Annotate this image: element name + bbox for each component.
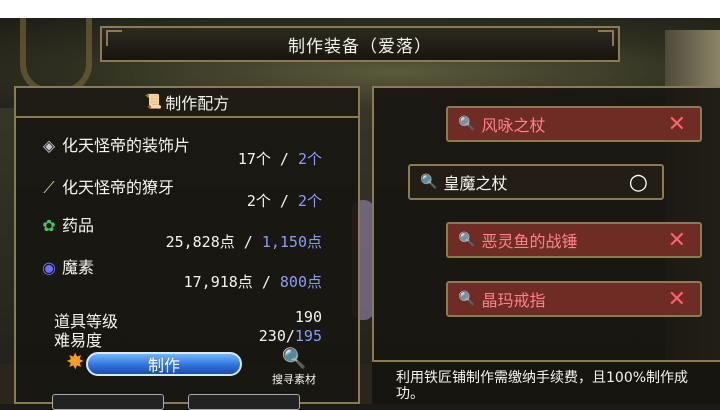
hammer-icon: ✸: [66, 350, 85, 375]
material-need: 800点: [279, 273, 322, 291]
item-entry-selected[interactable]: 🔍 皇魔之杖 ○: [408, 164, 664, 200]
material-count: 17,918点 / 800点: [130, 271, 322, 292]
material-name: 魔素: [62, 258, 95, 277]
search-materials-button[interactable]: 🔍 搜寻素材: [258, 348, 330, 387]
material-row: ◉ 魔素: [40, 254, 94, 278]
material-name: 药品: [62, 216, 95, 235]
background-arch: [20, 18, 92, 94]
staff-icon: 🔍: [458, 116, 476, 132]
material-have: 25,828点: [165, 233, 235, 251]
item-name: 晶玛戒指: [481, 291, 546, 310]
mana-orb-icon: ◉: [42, 258, 56, 277]
staff-icon: 🔍: [458, 232, 476, 248]
bottom-button[interactable]: [188, 394, 300, 410]
unavailable-icon: ✕: [667, 227, 686, 253]
search-materials-label: 搜寻素材: [272, 373, 316, 386]
material-need: 2个: [297, 150, 322, 168]
unavailable-icon: ✕: [667, 111, 686, 137]
staff-icon: 🔍: [420, 174, 438, 190]
title-corner-ornament: [106, 30, 122, 46]
window-title-bar: 制作装备（爱落）: [100, 26, 620, 62]
recipe-header-label: 制作配方: [165, 94, 230, 113]
item-name: 恶灵鱼的战锤: [481, 232, 578, 251]
window-title: 制作装备（爱落）: [288, 36, 432, 57]
material-need: 1,150点: [261, 233, 322, 251]
material-have: 17个: [237, 150, 271, 168]
material-need: 2个: [297, 192, 322, 210]
difficulty-need: 195: [294, 327, 322, 345]
material-have: 17,918点: [183, 273, 253, 291]
material-separator: /: [252, 273, 280, 291]
craft-button[interactable]: 制作: [86, 352, 242, 376]
title-corner-ornament: [598, 30, 614, 46]
ornament-icon: ◈: [42, 136, 56, 155]
fang-icon: ⟋: [43, 178, 55, 197]
material-count: 2个 / 2个: [180, 190, 322, 211]
item-entry[interactable]: 🔍 风咏之杖 ✕: [446, 106, 702, 142]
item-entry[interactable]: 🔍 晶玛戒指 ✕: [446, 281, 702, 317]
bottom-button[interactable]: [52, 394, 164, 410]
magnifier-icon: 🔍: [281, 346, 307, 370]
item-name: 皇魔之杖: [443, 174, 508, 193]
recipe-header: 📜 制作配方: [16, 88, 358, 118]
staff-icon: 🔍: [458, 291, 476, 307]
difficulty-value: 230/195: [220, 327, 322, 345]
material-count: 25,828点 / 1,150点: [130, 231, 322, 252]
item-level-value: 190: [294, 308, 322, 326]
material-separator: /: [234, 233, 262, 251]
difficulty-have: 230/: [258, 327, 295, 345]
notice-box: 利用铁匠铺制作需缴纳手续费，且100%制作成功。: [372, 360, 720, 404]
material-row: ⟋ 化天怪帝的獠牙: [40, 174, 174, 198]
material-separator: /: [270, 150, 298, 168]
available-icon: ○: [628, 169, 648, 195]
material-name: 化天怪帝的獠牙: [62, 178, 175, 197]
material-count: 17个 / 2个: [180, 148, 322, 169]
notice-text: 利用铁匠铺制作需缴纳手续费，且100%制作成功。: [396, 370, 689, 402]
craft-button-label: 制作: [147, 356, 180, 375]
material-name: 化天怪帝的装饰片: [62, 136, 191, 155]
unavailable-icon: ✕: [667, 286, 686, 312]
item-entry[interactable]: 🔍 恶灵鱼的战锤 ✕: [446, 222, 702, 258]
material-have: 2个: [246, 192, 271, 210]
herb-icon: ✿: [42, 216, 56, 235]
difficulty-label: 难易度: [54, 331, 103, 350]
material-separator: /: [270, 192, 298, 210]
material-row: ✿ 药品: [40, 212, 94, 236]
item-name: 风咏之杖: [481, 116, 546, 135]
material-row: ◈ 化天怪帝的装饰片: [40, 132, 190, 156]
recipe-scroll-icon: 📜: [144, 94, 163, 110]
